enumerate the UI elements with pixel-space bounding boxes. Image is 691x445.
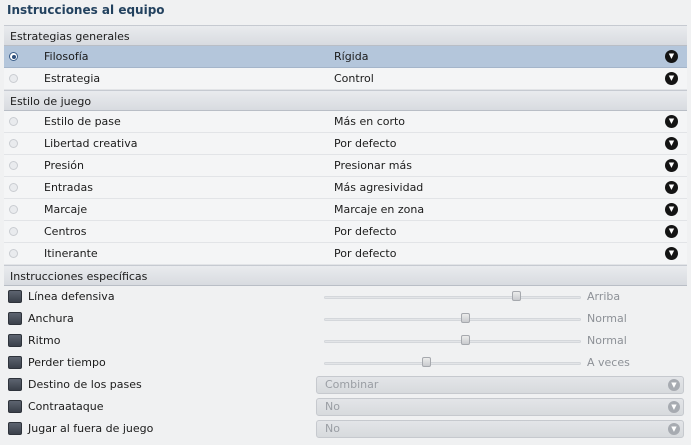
chevron-down-icon[interactable]: ▼: [665, 225, 678, 238]
instruction-row-philosophy[interactable]: Filosofía Rígida ▼: [4, 46, 687, 68]
chevron-down-icon[interactable]: ▼: [665, 203, 678, 216]
instruction-label: Itinerante: [44, 247, 98, 260]
slider-row-tempo: Ritmo Normal: [4, 330, 687, 352]
dropdown-row-counter-attack: Contraataque No ▼: [4, 396, 687, 418]
slider-track[interactable]: [324, 296, 581, 299]
slider-label: Línea defensiva: [28, 290, 115, 303]
slider-value: A veces: [587, 356, 630, 369]
instruction-row-roaming[interactable]: Itinerante Por defecto ▼: [4, 243, 687, 265]
chevron-down-icon[interactable]: ▼: [668, 401, 680, 413]
radio-icon[interactable]: [9, 74, 18, 83]
radio-icon[interactable]: [9, 227, 18, 236]
radio-icon[interactable]: [9, 117, 18, 126]
chevron-down-icon[interactable]: ▼: [665, 137, 678, 150]
dropdown-label: Destino de los pases: [28, 378, 142, 391]
chevron-down-icon[interactable]: ▼: [665, 181, 678, 194]
instruction-label: Libertad creativa: [44, 137, 138, 150]
section-header-play-style: Estilo de juego: [4, 90, 687, 111]
slider-value: Normal: [587, 312, 627, 325]
instruction-row-strategy[interactable]: Estrategia Control ▼: [4, 68, 687, 90]
instruction-value[interactable]: Más agresividad: [334, 177, 423, 198]
chevron-down-icon[interactable]: ▼: [665, 50, 678, 63]
radio-icon[interactable]: [9, 183, 18, 192]
chevron-down-icon[interactable]: ▼: [668, 379, 680, 391]
instruction-value[interactable]: Marcaje en zona: [334, 199, 424, 220]
instruction-value[interactable]: Presionar más: [334, 155, 412, 176]
select-value: Combinar: [325, 378, 379, 391]
slider-row-width: Anchura Normal: [4, 308, 687, 330]
checkbox-icon[interactable]: [8, 334, 22, 347]
counter-attack-select[interactable]: No ▼: [316, 398, 684, 416]
slider-row-defensive-line: Línea defensiva Arriba: [4, 286, 687, 308]
section-header-general-strategies: Estrategias generales: [4, 25, 687, 46]
radio-icon[interactable]: [9, 139, 18, 148]
instruction-label: Estilo de pase: [44, 115, 121, 128]
slider-row-time-wasting: Perder tiempo A veces: [4, 352, 687, 374]
instruction-row-creative-freedom[interactable]: Libertad creativa Por defecto ▼: [4, 133, 687, 155]
radio-icon[interactable]: [9, 161, 18, 170]
instruction-value[interactable]: Control: [334, 68, 374, 89]
slider-track[interactable]: [324, 340, 581, 343]
chevron-down-icon[interactable]: ▼: [665, 159, 678, 172]
chevron-down-icon[interactable]: ▼: [665, 115, 678, 128]
radio-icon[interactable]: [9, 52, 18, 61]
checkbox-icon[interactable]: [8, 422, 22, 435]
slider-track[interactable]: [324, 318, 581, 321]
section-header-specific-instructions: Instrucciones específicas: [4, 265, 687, 286]
select-value: No: [325, 422, 340, 435]
instructions-panel: Estrategias generales Filosofía Rígida ▼…: [4, 25, 687, 440]
radio-icon[interactable]: [9, 249, 18, 258]
radio-icon[interactable]: [9, 205, 18, 214]
dropdown-label: Jugar al fuera de juego: [28, 422, 154, 435]
slider-thumb[interactable]: [512, 291, 522, 301]
instruction-row-tackling[interactable]: Entradas Más agresividad ▼: [4, 177, 687, 199]
slider-label: Anchura: [28, 312, 74, 325]
chevron-down-icon[interactable]: ▼: [665, 72, 678, 85]
instruction-value[interactable]: Por defecto: [334, 243, 396, 264]
instruction-row-passing-style[interactable]: Estilo de pase Más en corto ▼: [4, 111, 687, 133]
instruction-row-crossing[interactable]: Centros Por defecto ▼: [4, 221, 687, 243]
instruction-row-pressing[interactable]: Presión Presionar más ▼: [4, 155, 687, 177]
slider-track[interactable]: [324, 362, 581, 365]
passing-target-select[interactable]: Combinar ▼: [316, 376, 684, 394]
page-title: Instrucciones al equipo: [7, 3, 165, 17]
instruction-value[interactable]: Por defecto: [334, 133, 396, 154]
slider-label: Ritmo: [28, 334, 61, 347]
offside-trap-select[interactable]: No ▼: [316, 420, 684, 438]
slider-value: Normal: [587, 334, 627, 347]
instruction-label: Presión: [44, 159, 84, 172]
select-value: No: [325, 400, 340, 413]
checkbox-icon[interactable]: [8, 312, 22, 325]
instruction-label: Filosofía: [44, 50, 89, 63]
instruction-label: Centros: [44, 225, 87, 238]
checkbox-icon[interactable]: [8, 378, 22, 391]
instruction-row-marking[interactable]: Marcaje Marcaje en zona ▼: [4, 199, 687, 221]
checkbox-icon[interactable]: [8, 400, 22, 413]
instruction-label: Estrategia: [44, 72, 101, 85]
checkbox-icon[interactable]: [8, 356, 22, 369]
slider-thumb[interactable]: [460, 335, 470, 345]
chevron-down-icon[interactable]: ▼: [665, 247, 678, 260]
dropdown-label: Contraataque: [28, 400, 104, 413]
chevron-down-icon[interactable]: ▼: [668, 423, 680, 435]
instruction-label: Marcaje: [44, 203, 88, 216]
instruction-value[interactable]: Más en corto: [334, 111, 405, 132]
slider-thumb[interactable]: [422, 357, 432, 367]
checkbox-icon[interactable]: [8, 290, 22, 303]
instruction-label: Entradas: [44, 181, 93, 194]
dropdown-row-passing-target: Destino de los pases Combinar ▼: [4, 374, 687, 396]
slider-value: Arriba: [587, 290, 621, 303]
dropdown-row-offside-trap: Jugar al fuera de juego No ▼: [4, 418, 687, 440]
slider-label: Perder tiempo: [28, 356, 106, 369]
instruction-value[interactable]: Por defecto: [334, 221, 396, 242]
instruction-value[interactable]: Rígida: [334, 46, 368, 67]
slider-thumb[interactable]: [460, 313, 470, 323]
